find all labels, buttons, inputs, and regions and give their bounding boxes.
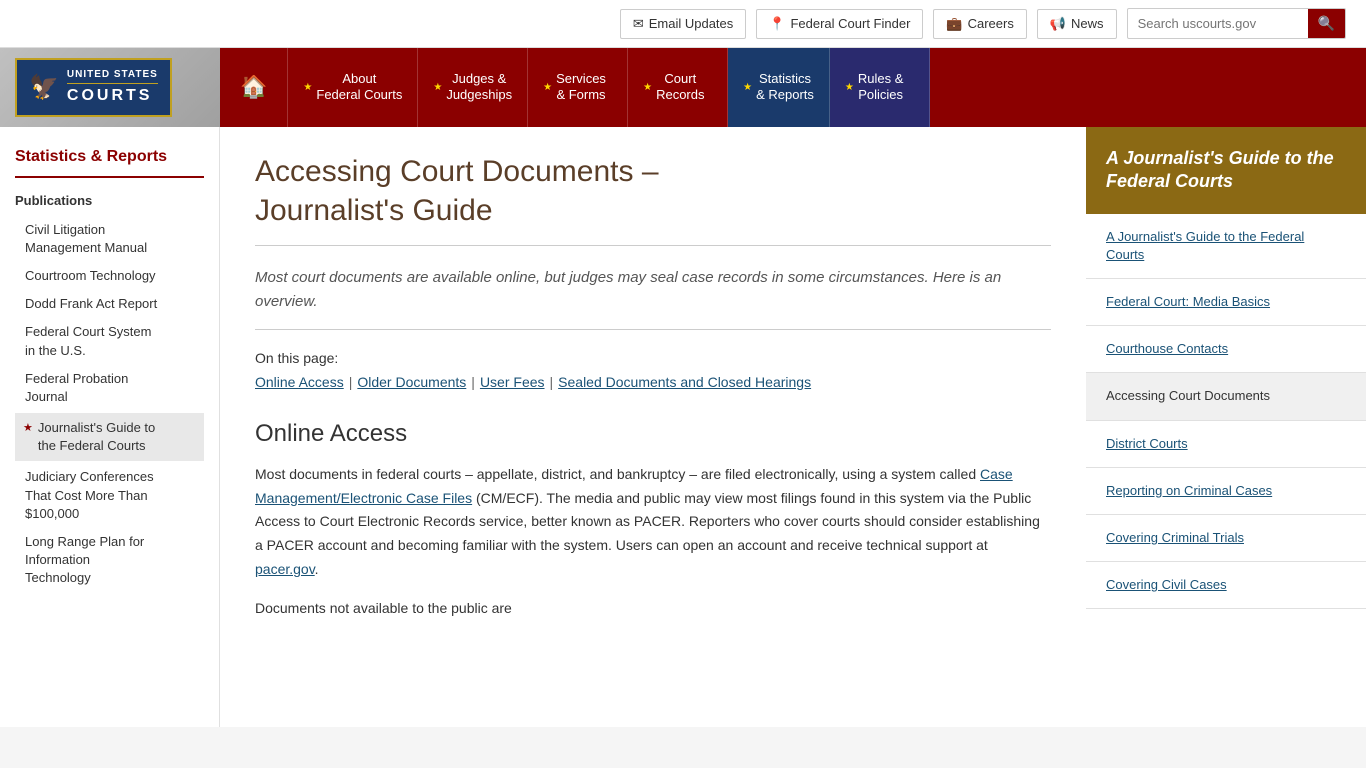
news-button[interactable]: 📢 News (1037, 9, 1117, 39)
paragraph2-text: Documents not available to the public ar… (255, 600, 512, 616)
right-sidebar-reporting-criminal[interactable]: Reporting on Criminal Cases (1086, 468, 1366, 515)
nav-services-label: Services& Forms (556, 71, 606, 105)
sidebar-divider (15, 176, 204, 178)
careers-label: Careers (968, 16, 1014, 31)
on-page-label: On this page: (255, 350, 1051, 366)
content-wrapper: Statistics & Reports Publications Civil … (0, 127, 1366, 727)
nav-judges[interactable]: ★ Judges &Judgeships (418, 48, 528, 127)
logo-area: 🦅 UNITED STATES COURTS (0, 48, 220, 127)
logo-line2: COURTS (67, 83, 158, 107)
right-sidebar-covering-criminal-trials[interactable]: Covering Criminal Trials (1086, 515, 1366, 562)
header: 🦅 UNITED STATES COURTS 🏠 ★ AboutFederal … (0, 48, 1366, 127)
location-icon: 📍 (769, 16, 785, 32)
nav-statistics[interactable]: ★ Statistics& Reports (728, 48, 830, 127)
left-sidebar: Statistics & Reports Publications Civil … (0, 127, 220, 727)
right-sidebar-covering-civil[interactable]: Covering Civil Cases (1086, 562, 1366, 609)
separator: | (349, 374, 353, 390)
page-title: Accessing Court Documents –Journalist's … (255, 152, 1051, 246)
page-links: Online Access | Older Documents | User F… (255, 374, 1051, 390)
sidebar-title: Statistics & Reports (15, 147, 204, 168)
search-button[interactable]: 🔍 (1308, 9, 1345, 38)
nav-statistics-label: Statistics& Reports (756, 71, 814, 105)
main-content: Accessing Court Documents –Journalist's … (220, 127, 1086, 727)
sidebar-section-title: Publications (15, 193, 204, 208)
nav-star-icon: ★ (845, 81, 854, 94)
sidebar-link-federal-probation[interactable]: Federal ProbationJournal (15, 365, 204, 411)
right-sidebar-courthouse-contacts[interactable]: Courthouse Contacts (1086, 326, 1366, 373)
nav-star-icon: ★ (643, 81, 652, 94)
nav-rules[interactable]: ★ Rules &Policies (830, 48, 930, 127)
sidebar-link-federal-court-system[interactable]: Federal Court Systemin the U.S. (15, 318, 204, 364)
user-fees-link[interactable]: User Fees (480, 374, 545, 390)
sidebar-link-courtroom-tech[interactable]: Courtroom Technology (15, 262, 204, 290)
right-sidebar: A Journalist's Guide to the Federal Cour… (1086, 127, 1366, 727)
separator: | (550, 374, 554, 390)
sidebar-link-dodd-frank[interactable]: Dodd Frank Act Report (15, 290, 204, 318)
separator: | (471, 374, 475, 390)
nav-about-label: AboutFederal Courts (316, 71, 402, 105)
right-sidebar-accessing-docs: Accessing Court Documents (1086, 373, 1366, 420)
sidebar-link-judiciary-conferences[interactable]: Judiciary ConferencesThat Cost More Than… (15, 463, 204, 528)
search-input[interactable] (1128, 10, 1308, 37)
nav-star-icon: ★ (433, 81, 442, 94)
pacer-link[interactable]: pacer.gov (255, 561, 315, 577)
nav-about[interactable]: ★ AboutFederal Courts (288, 48, 418, 127)
logo-line1: UNITED STATES (67, 68, 158, 81)
nav-rules-label: Rules &Policies (858, 71, 904, 105)
search-bar: 🔍 (1127, 8, 1346, 39)
nav-court-records[interactable]: ★ CourtRecords (628, 48, 728, 127)
sidebar-link-civil-litigation[interactable]: Civil LitigationManagement Manual (15, 216, 204, 262)
right-sidebar-media-basics[interactable]: Federal Court: Media Basics (1086, 279, 1366, 326)
sealed-documents-link[interactable]: Sealed Documents and Closed Hearings (558, 374, 811, 390)
briefcase-icon: 💼 (946, 16, 962, 32)
online-access-link[interactable]: Online Access (255, 374, 344, 390)
journalists-guide-label: Journalist's Guide tothe Federal Courts (38, 419, 155, 455)
main-paragraph1: Most documents in federal courts – appel… (255, 463, 1051, 582)
email-icon: ✉ (633, 16, 644, 32)
right-sidebar-journalists-guide[interactable]: A Journalist's Guide to the Federal Cour… (1086, 214, 1366, 279)
nav-judges-label: Judges &Judgeships (446, 71, 512, 105)
nav-services[interactable]: ★ Services& Forms (528, 48, 628, 127)
email-updates-button[interactable]: ✉ Email Updates (620, 9, 746, 39)
email-updates-label: Email Updates (649, 16, 734, 31)
federal-court-finder-button[interactable]: 📍 Federal Court Finder (756, 9, 923, 39)
nav-star-icon: ★ (543, 81, 552, 94)
careers-button[interactable]: 💼 Careers (933, 9, 1026, 39)
nav-star-icon: ★ (303, 81, 312, 94)
nav-court-records-label: CourtRecords (656, 71, 704, 105)
paragraph1-text: Most documents in federal courts – appel… (255, 466, 980, 482)
federal-court-finder-label: Federal Court Finder (790, 16, 910, 31)
older-documents-link[interactable]: Older Documents (357, 374, 466, 390)
logo-text: UNITED STATES COURTS (67, 68, 158, 107)
megaphone-icon: 📢 (1050, 16, 1066, 32)
online-access-heading: Online Access (255, 420, 1051, 448)
sidebar-link-journalists-guide[interactable]: ★ Journalist's Guide tothe Federal Court… (15, 413, 204, 461)
eagle-icon: 🦅 (29, 73, 59, 102)
main-paragraph2: Documents not available to the public ar… (255, 597, 1051, 621)
logo[interactable]: 🦅 UNITED STATES COURTS (15, 58, 172, 117)
active-star-icon: ★ (23, 421, 33, 436)
right-sidebar-district-courts[interactable]: District Courts (1086, 421, 1366, 468)
home-icon: 🏠 (240, 74, 267, 100)
news-label: News (1071, 16, 1104, 31)
page-intro: Most court documents are available onlin… (255, 266, 1051, 330)
nav-star-icon: ★ (743, 81, 752, 94)
right-sidebar-title: A Journalist's Guide to the Federal Cour… (1086, 127, 1366, 214)
nav-home-button[interactable]: 🏠 (220, 48, 288, 127)
main-nav: 🏠 ★ AboutFederal Courts ★ Judges &Judges… (220, 48, 1366, 127)
top-bar: ✉ Email Updates 📍 Federal Court Finder 💼… (0, 0, 1366, 48)
sidebar-link-long-range-plan[interactable]: Long Range Plan forInformationTechnology (15, 528, 204, 593)
